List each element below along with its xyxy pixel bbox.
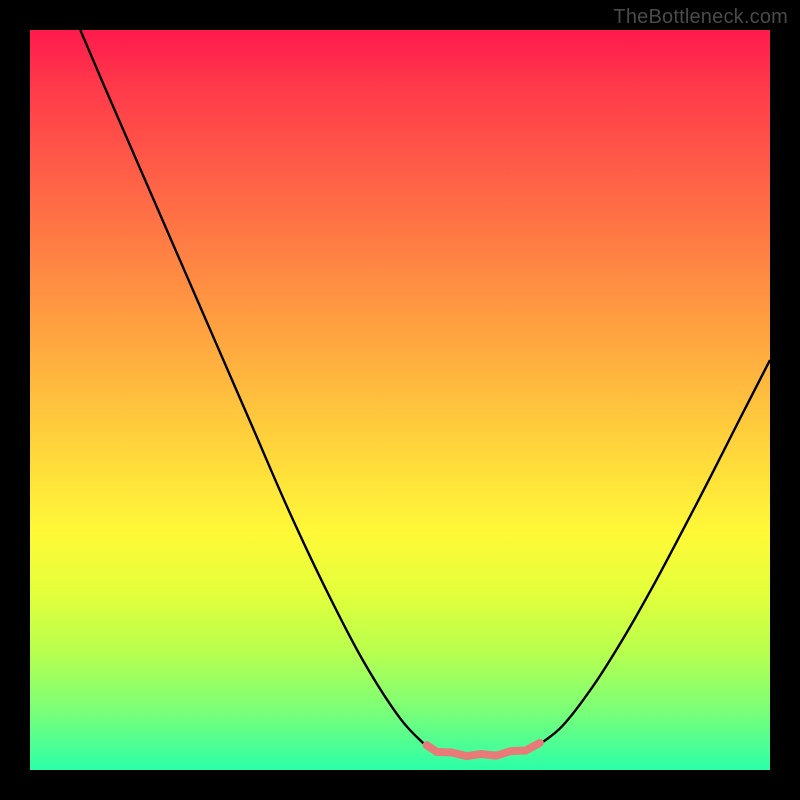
- curve-left-branch: [80, 30, 426, 746]
- watermark-text: TheBottleneck.com: [613, 6, 788, 29]
- chart-frame: TheBottleneck.com: [0, 0, 800, 800]
- plot-area: [30, 30, 770, 770]
- curve-right-branch: [540, 360, 770, 744]
- curve-svg: [30, 30, 770, 770]
- curve-flat-bottom: [427, 743, 540, 756]
